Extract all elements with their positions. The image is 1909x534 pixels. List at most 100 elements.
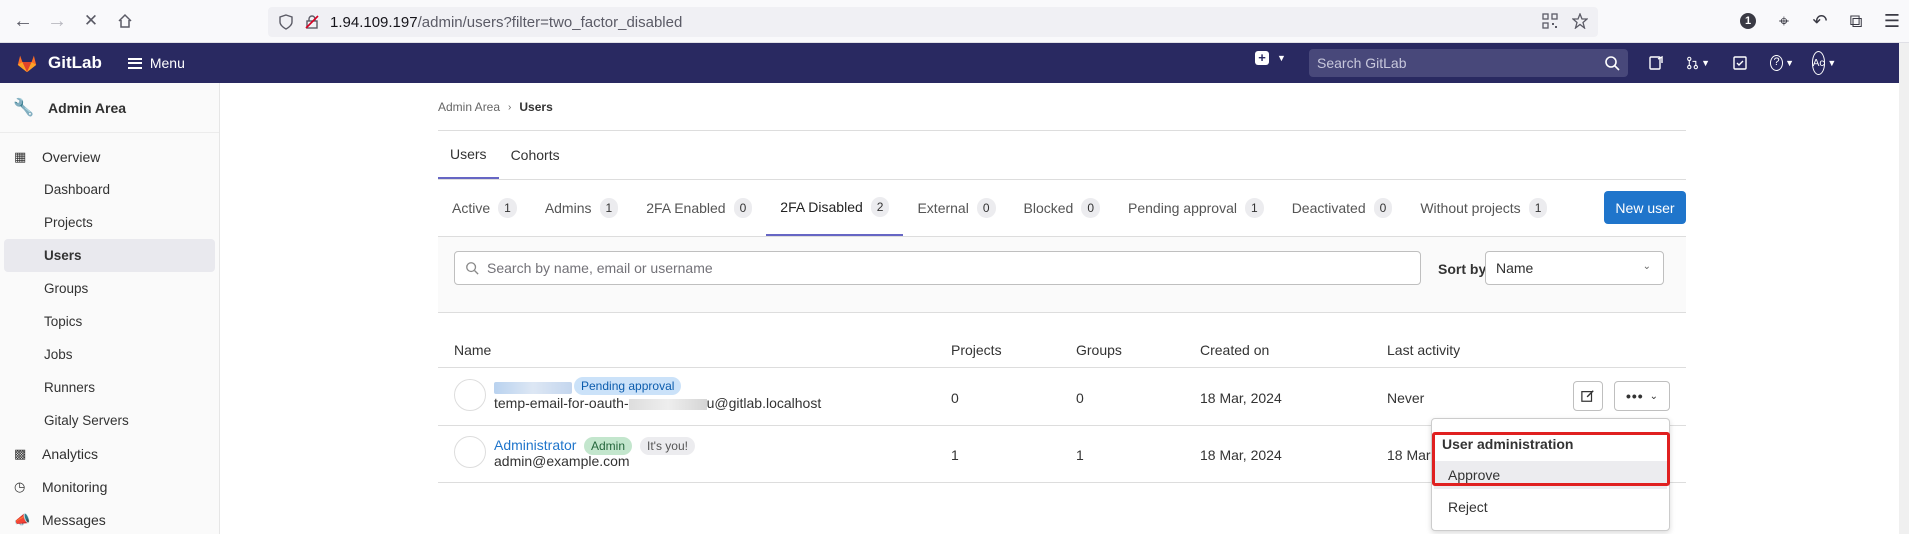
issues-icon[interactable]	[1644, 51, 1668, 75]
column-header-last-activity: Last activity	[1387, 342, 1461, 358]
column-header-projects: Projects	[951, 342, 1002, 358]
sidebar-header[interactable]: 🔧 Admin Area	[0, 83, 219, 133]
created-on: 18 Mar, 2024	[1200, 447, 1282, 463]
extensions-icon[interactable]: ⧉	[1845, 7, 1867, 35]
breadcrumb-users[interactable]: Users	[519, 100, 552, 114]
tab-2fa-enabled[interactable]: 2FA Enabled 0	[632, 180, 766, 236]
groups-count: 1	[1076, 447, 1084, 463]
tab-2fa-disabled[interactable]: 2FA Disabled 2	[766, 180, 904, 236]
home-icon[interactable]	[110, 6, 140, 36]
todos-icon[interactable]	[1728, 51, 1752, 75]
sidebar-item-users[interactable]: Users	[4, 239, 215, 272]
wrench-icon: 🔧	[13, 97, 35, 117]
sidebar-item-topics[interactable]: Topics	[4, 305, 215, 338]
sidebar-item-monitoring[interactable]: ◷ Monitoring	[0, 470, 219, 503]
menu-button[interactable]: Menu	[127, 55, 185, 71]
back-icon[interactable]: ←	[8, 6, 38, 36]
tab-active[interactable]: Active 1	[438, 180, 531, 236]
global-search-input[interactable]: Search GitLab	[1309, 49, 1628, 77]
breadcrumb-admin-area[interactable]: Admin Area	[438, 100, 500, 114]
chevron-right-icon: ›	[508, 101, 512, 113]
redacted-username[interactable]	[494, 382, 572, 394]
status-badge: Pending approval	[574, 377, 682, 395]
tab-pending-approval[interactable]: Pending approval 1	[1114, 180, 1278, 236]
gitlab-logo-icon[interactable]	[16, 52, 38, 74]
approve-menu-item[interactable]: Approve	[1434, 461, 1667, 489]
tab-external[interactable]: External 0	[903, 180, 1009, 236]
user-search-field[interactable]	[454, 251, 1421, 285]
sidebar-item-groups[interactable]: Groups	[4, 272, 215, 305]
notification-icon[interactable]: 1	[1737, 7, 1759, 35]
tab-admins[interactable]: Admins 1	[531, 180, 632, 236]
count-badge: 1	[599, 198, 619, 218]
user-email: temp-email-for-oauth-u@gitlab.localhost	[494, 395, 822, 411]
scrollbar[interactable]	[1899, 43, 1909, 534]
tab-deactivated[interactable]: Deactivated 0	[1278, 180, 1407, 236]
count-badge: 0	[733, 198, 753, 218]
create-new-button[interactable]: + ▼	[1255, 51, 1286, 65]
dropdown-section-title: User administration	[1442, 436, 1574, 452]
bookmark-star-icon[interactable]	[1572, 13, 1588, 29]
tab-users[interactable]: Users	[438, 130, 499, 179]
sidebar-item-overview[interactable]: ▦ Overview	[0, 140, 219, 173]
breadcrumb: Admin Area › Users	[438, 100, 553, 114]
admin-sidebar: 🔧 Admin Area ▦ Overview Dashboard Projec…	[0, 83, 220, 534]
count-badge: 1	[498, 198, 517, 218]
user-actions-button[interactable]: ••• ⌄	[1614, 381, 1670, 411]
crop-icon[interactable]: ⌖	[1773, 7, 1795, 35]
tab-cohorts[interactable]: Cohorts	[499, 130, 572, 179]
sort-label: Sort by	[1438, 261, 1487, 277]
sidebar-item-runners[interactable]: Runners	[4, 371, 215, 404]
ellipsis-icon: •••	[1625, 388, 1644, 404]
count-badge: 0	[1081, 198, 1101, 218]
tab-blocked[interactable]: Blocked 0	[1010, 180, 1115, 236]
avatar[interactable]	[454, 379, 486, 411]
sidebar-item-jobs[interactable]: Jobs	[4, 338, 215, 371]
help-icon[interactable]: ? ▼	[1770, 51, 1794, 75]
sidebar-item-gitaly-servers[interactable]: Gitaly Servers	[4, 404, 215, 437]
insecure-lock-icon[interactable]	[304, 14, 320, 30]
count-badge: 0	[1373, 198, 1393, 218]
shield-icon[interactable]	[278, 14, 294, 30]
app-menu-icon[interactable]: ☰	[1881, 7, 1903, 35]
plus-icon: +	[1255, 51, 1269, 65]
forward-icon[interactable]: →	[42, 6, 72, 36]
chevron-down-icon: ⌄	[1642, 261, 1651, 272]
sort-select[interactable]: Name ⌄	[1485, 251, 1664, 285]
analytics-icon: ▩	[14, 445, 27, 461]
tab-without-projects[interactable]: Without projects 1	[1406, 180, 1561, 236]
filter-bar: Sort by Name ⌄	[438, 236, 1686, 313]
search-icon	[466, 262, 479, 275]
merge-requests-icon[interactable]: ▼	[1686, 51, 1710, 75]
edit-user-button[interactable]	[1573, 381, 1603, 411]
user-actions-dropdown: User administration Approve Reject	[1431, 418, 1670, 531]
projects-count: 0	[951, 390, 959, 406]
page-tabs: Users Cohorts	[438, 130, 572, 179]
user-search-input[interactable]	[487, 260, 1387, 276]
sidebar-item-dashboard[interactable]: Dashboard	[4, 173, 215, 206]
hamburger-icon	[127, 57, 142, 69]
its-you-badge: It's you!	[640, 437, 695, 455]
user-email: admin@example.com	[494, 453, 630, 469]
count-badge: 2	[870, 197, 890, 217]
redacted-email	[628, 398, 707, 410]
sidebar-item-analytics[interactable]: ▩ Analytics	[0, 437, 219, 470]
last-activity: Never	[1387, 390, 1425, 406]
column-header-name: Name	[454, 342, 492, 358]
reject-menu-item[interactable]: Reject	[1434, 493, 1667, 521]
undo-icon[interactable]: ↶	[1809, 7, 1831, 35]
user-menu[interactable]: Ac ▼	[1811, 51, 1836, 75]
sidebar-item-projects[interactable]: Projects	[4, 206, 215, 239]
divider	[438, 130, 1686, 131]
qr-code-icon[interactable]	[1542, 13, 1558, 29]
avatar[interactable]	[454, 436, 486, 468]
stop-loading-icon[interactable]: ✕	[76, 6, 106, 36]
new-user-button[interactable]: New user	[1604, 191, 1686, 224]
chevron-down-icon: ▼	[1277, 53, 1286, 63]
sidebar-item-messages[interactable]: 📣 Messages	[0, 503, 219, 534]
user-name-link[interactable]: Administrator	[494, 437, 576, 453]
gitlab-brand[interactable]: GitLab	[48, 53, 102, 73]
overview-icon: ▦	[14, 148, 27, 164]
address-bar[interactable]: 1.94.109.197/admin/users?filter=two_fact…	[268, 7, 1598, 37]
gitlab-header: GitLab Menu + ▼ Search GitLab ▼ ? ▼ Ac ▼	[0, 43, 1909, 83]
